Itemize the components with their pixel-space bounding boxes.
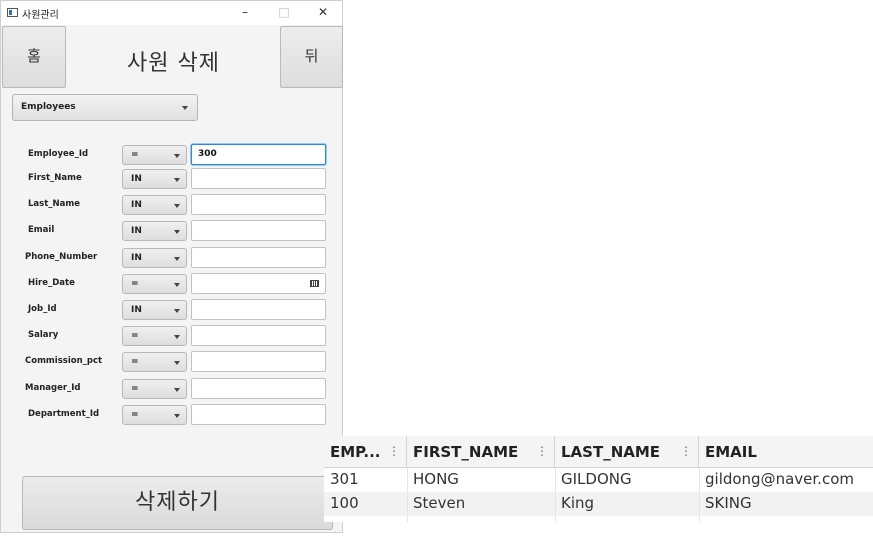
app-icon: [7, 8, 18, 17]
operator-select[interactable]: IN: [122, 300, 187, 320]
operator-value: =: [131, 357, 139, 367]
maximize-button[interactable]: □: [273, 4, 295, 21]
column-header-email[interactable]: EMAIL: [699, 436, 873, 467]
field-input[interactable]: [191, 378, 326, 399]
operator-select[interactable]: IN: [122, 221, 187, 241]
operator-select[interactable]: IN: [122, 169, 187, 189]
operator-value: IN: [131, 226, 142, 236]
column-header-label: EMAIL: [705, 443, 757, 461]
column-header-label: LAST_NAME: [561, 443, 661, 461]
back-button[interactable]: 뒤: [280, 26, 343, 88]
chevron-down-icon: [174, 335, 180, 339]
field-input[interactable]: [191, 220, 326, 241]
cell-email: gildong@naver.com: [705, 470, 854, 488]
field-row-first-name: First_Name IN: [1, 168, 342, 190]
operator-select[interactable]: =: [122, 405, 187, 425]
chevron-down-icon: [174, 257, 180, 261]
table-select-dropdown[interactable]: Employees: [12, 94, 198, 121]
operator-value: IN: [131, 305, 142, 315]
chevron-down-icon: [174, 230, 180, 234]
field-row-last-name: Last_Name IN: [1, 194, 342, 216]
operator-select[interactable]: =: [122, 379, 187, 399]
operator-value: =: [131, 410, 139, 420]
employee-manager-window: 사원관리 – □ ✕ 홈 사원 삭제 뒤 Employees Employee_…: [0, 0, 343, 533]
cell-employee-id: 100: [330, 494, 359, 512]
column-header-label: EMP...: [330, 443, 381, 461]
operator-value: IN: [131, 253, 142, 263]
field-input[interactable]: [191, 247, 326, 268]
chevron-down-icon: [174, 283, 180, 287]
field-input[interactable]: [191, 194, 326, 215]
chevron-down-icon: [174, 154, 180, 158]
operator-select[interactable]: IN: [122, 248, 187, 268]
column-header-last-name[interactable]: LAST_NAME ⋮: [555, 436, 699, 467]
operator-value: =: [131, 331, 139, 341]
close-button[interactable]: ✕: [312, 4, 334, 21]
title-bar[interactable]: 사원관리 – □ ✕: [1, 1, 342, 25]
field-input[interactable]: [191, 404, 326, 425]
cell-first-name: HONG: [413, 470, 459, 488]
operator-select[interactable]: =: [122, 274, 187, 294]
operator-value: =: [131, 279, 139, 289]
field-input[interactable]: [191, 325, 326, 346]
chevron-down-icon: [174, 414, 180, 418]
column-header-first-name[interactable]: FIRST_NAME ⋮: [407, 436, 555, 467]
cell-last-name: King: [561, 494, 595, 512]
table-header: EMP... ⋮ FIRST_NAME ⋮ LAST_NAME ⋮ EMAIL: [324, 436, 873, 468]
column-divider: [407, 467, 408, 522]
operator-value: =: [131, 384, 139, 394]
hire-date-picker[interactable]: [191, 273, 326, 294]
field-row-email: Email IN: [1, 220, 342, 242]
chevron-down-icon: [174, 361, 180, 365]
field-row-department-id: Department_Id =: [1, 404, 342, 426]
field-input[interactable]: [191, 351, 326, 372]
column-menu-icon[interactable]: ⋮: [680, 444, 692, 458]
field-input[interactable]: [191, 299, 326, 320]
field-row-employee-id: Employee_Id = 300: [1, 144, 342, 166]
cell-email: SKING: [705, 494, 752, 512]
chevron-down-icon: [174, 178, 180, 182]
operator-value: IN: [131, 200, 142, 210]
field-row-phone-number: Phone_Number IN: [1, 247, 342, 269]
chevron-down-icon: [174, 309, 180, 313]
chevron-down-icon: [174, 388, 180, 392]
field-row-salary: Salary =: [1, 325, 342, 347]
cell-employee-id: 301: [330, 470, 359, 488]
field-row-hire-date: Hire_Date =: [1, 273, 342, 295]
field-row-commission-pct: Commission_pct =: [1, 351, 342, 373]
cell-first-name: Steven: [413, 494, 466, 512]
field-row-manager-id: Manager_Id =: [1, 378, 342, 400]
column-divider: [699, 467, 700, 522]
page-title: 사원 삭제: [127, 51, 220, 76]
table-select-value: Employees: [21, 102, 76, 112]
operator-select[interactable]: =: [122, 326, 187, 346]
operator-select[interactable]: IN: [122, 195, 187, 215]
field-input[interactable]: [191, 168, 326, 189]
column-divider: [555, 467, 556, 522]
chevron-down-icon: [174, 204, 180, 208]
field-input[interactable]: 300: [191, 144, 326, 165]
field-row-job-id: Job_Id IN: [1, 299, 342, 321]
results-table: EMP... ⋮ FIRST_NAME ⋮ LAST_NAME ⋮ EMAIL …: [324, 436, 873, 522]
calendar-icon[interactable]: [310, 280, 319, 287]
home-button[interactable]: 홈: [2, 26, 66, 88]
window-title: 사원관리: [22, 10, 59, 21]
delete-button[interactable]: 삭제하기: [22, 476, 333, 530]
column-header-label: FIRST_NAME: [413, 443, 519, 461]
column-menu-icon[interactable]: ⋮: [388, 444, 400, 458]
minimize-button[interactable]: –: [234, 4, 256, 21]
operator-value: =: [131, 150, 139, 160]
operator-select[interactable]: =: [122, 145, 187, 165]
operator-value: IN: [131, 174, 142, 184]
chevron-down-icon: [182, 106, 188, 110]
column-menu-icon[interactable]: ⋮: [536, 444, 548, 458]
operator-select[interactable]: =: [122, 352, 187, 372]
column-header-employee-id[interactable]: EMP... ⋮: [324, 436, 407, 467]
cell-last-name: GILDONG: [561, 470, 632, 488]
